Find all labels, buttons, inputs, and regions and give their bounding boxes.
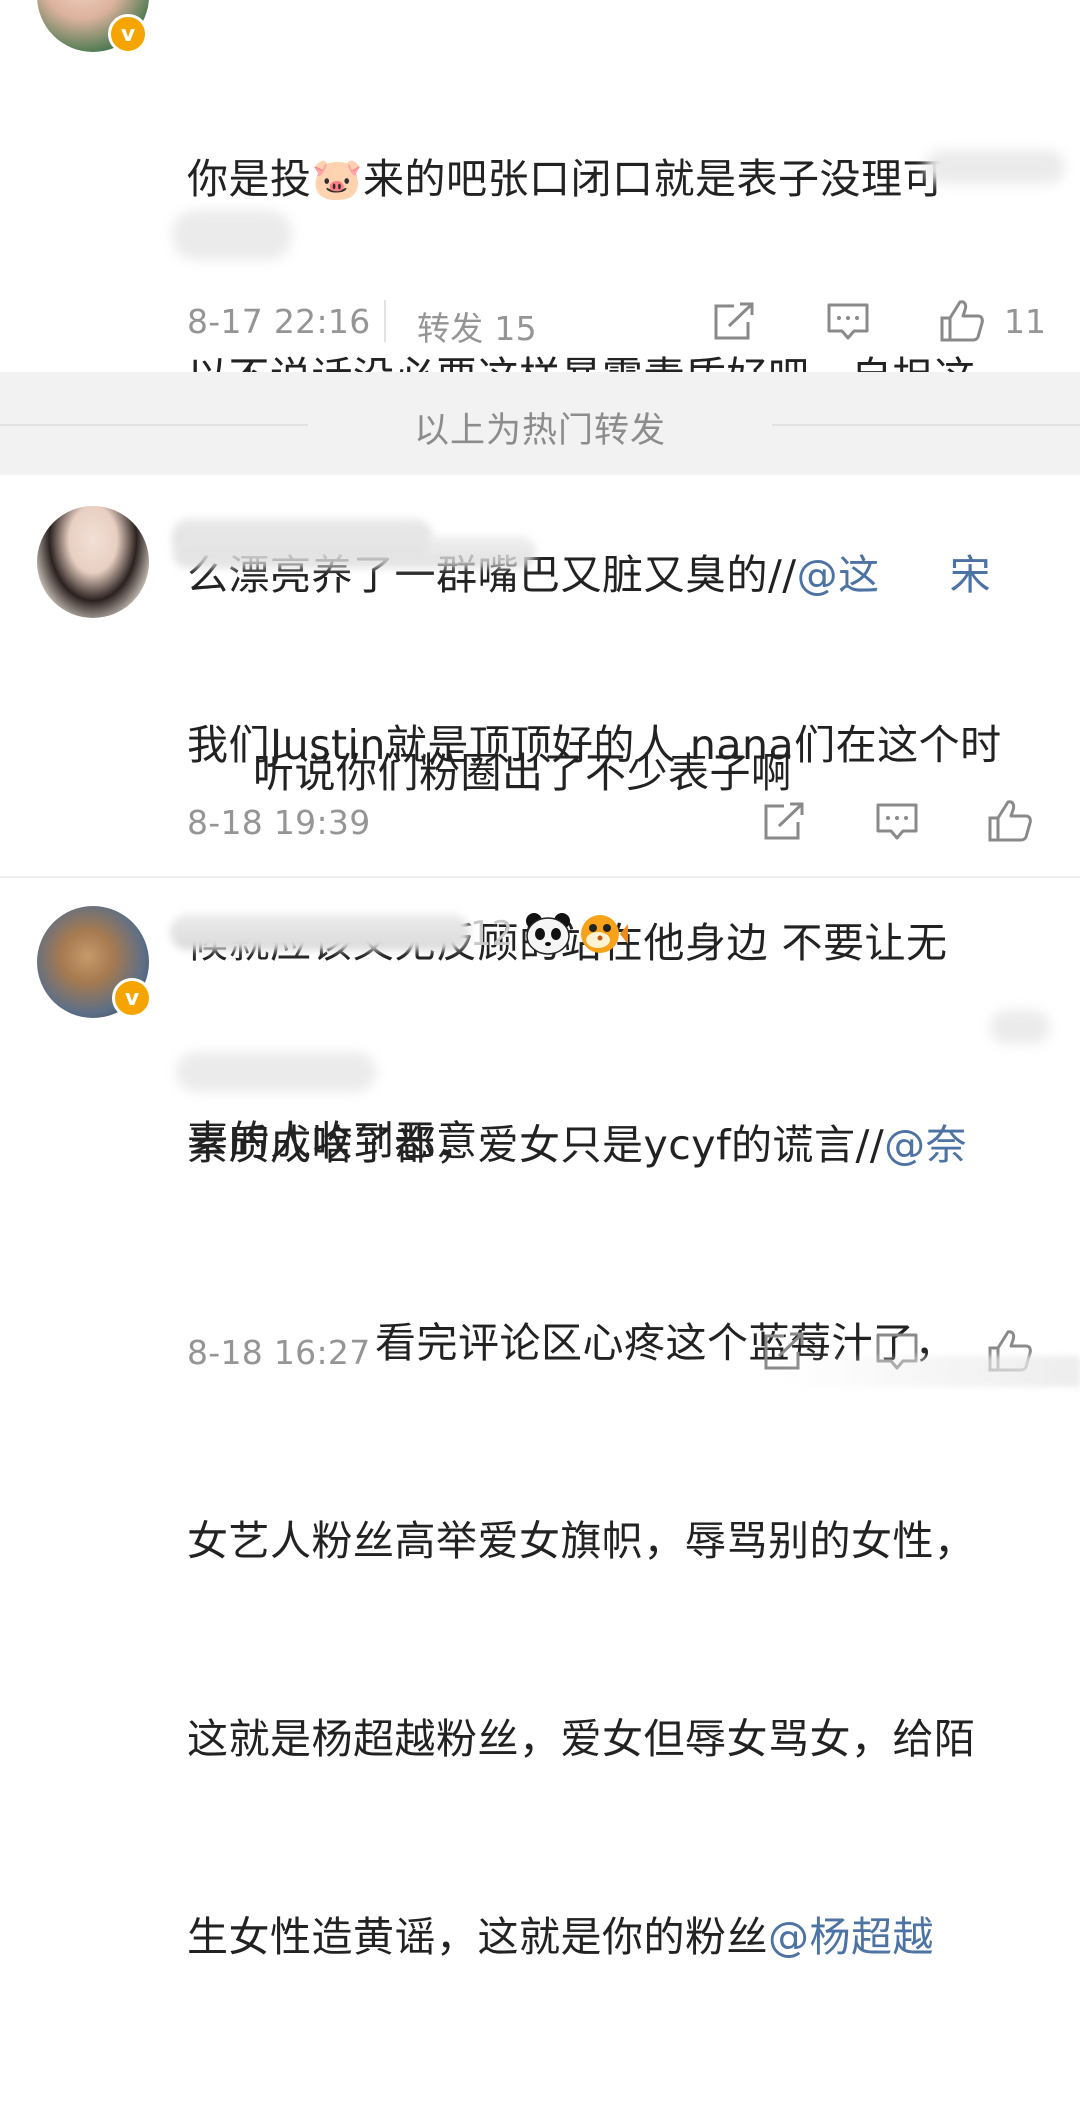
thumbs-up-icon[interactable] [938, 298, 986, 344]
panda-emoji-icon [526, 913, 570, 955]
comment-bubble-icon[interactable] [826, 302, 870, 342]
username-redacted[interactable] [170, 914, 470, 950]
comment-separator [0, 876, 1080, 878]
share-square-icon[interactable] [712, 302, 756, 342]
verified-badge-icon: v [112, 978, 152, 1018]
comment-line: 这就是杨超越粉丝，爱女但辱女骂女，给陌 [187, 1715, 976, 1763]
comment-line: 素质成啥了都，爱女只是ycyf的谎言//@奈 [187, 1112, 1057, 1178]
divider-label: 以上为热门转发 [413, 411, 666, 451]
repost-count[interactable]: 转发 15 [417, 302, 537, 350]
meta-separator [384, 300, 386, 342]
comment-line: 女艺人粉丝高举爱女旗帜，辱骂别的女性， [187, 1517, 976, 1565]
redaction-blur [172, 210, 292, 260]
timestamp: 8-18 19:39 [187, 803, 371, 842]
comment-bubble-icon[interactable] [875, 802, 919, 842]
comment-text: 素质成啥了都，爱女只是ycyf的谎言//@奈 看完评论区心疼这个蓝莓汁了， 女艺… [187, 980, 1057, 2102]
thumbs-up-icon[interactable] [986, 798, 1034, 844]
redaction-blur [925, 150, 1065, 184]
comment-line: 你是投🐷来的吧张口闭口就是表子没理可 [187, 155, 945, 203]
comment-line-text: 素质成啥了都，爱女只是ycyf的谎言// [187, 1121, 885, 1169]
mention-link[interactable]: @奈 [884, 1121, 967, 1169]
username-redacted [172, 536, 536, 568]
timestamp: 8-18 16:27 [187, 1333, 371, 1372]
verified-badge-icon: v [108, 14, 148, 54]
comment-line-text: 生女性造黄谣，这就是你的粉丝 [187, 1913, 768, 1961]
username-fragment: 12 [470, 914, 514, 954]
timestamp: 8-17 22:16 [187, 302, 371, 341]
avatar[interactable] [37, 506, 149, 618]
redaction-blur [990, 1010, 1050, 1044]
comment-line: 生女性造黄谣，这就是你的粉丝@杨超越 [187, 1904, 1057, 1970]
watermark-haze [780, 1356, 1080, 1387]
redaction-blur [176, 1052, 376, 1092]
mention-link[interactable]: @杨超越 [768, 1913, 934, 1961]
like-count: 11 [1004, 302, 1046, 341]
comment-line: 我们Justin就是顶顶好的人 nana们在这个时 [187, 721, 1002, 769]
share-square-icon[interactable] [762, 802, 806, 842]
pufferfish-emoji-icon [581, 915, 628, 953]
verified-badge-text: v [124, 985, 140, 1011]
verified-badge-text: v [120, 21, 136, 47]
